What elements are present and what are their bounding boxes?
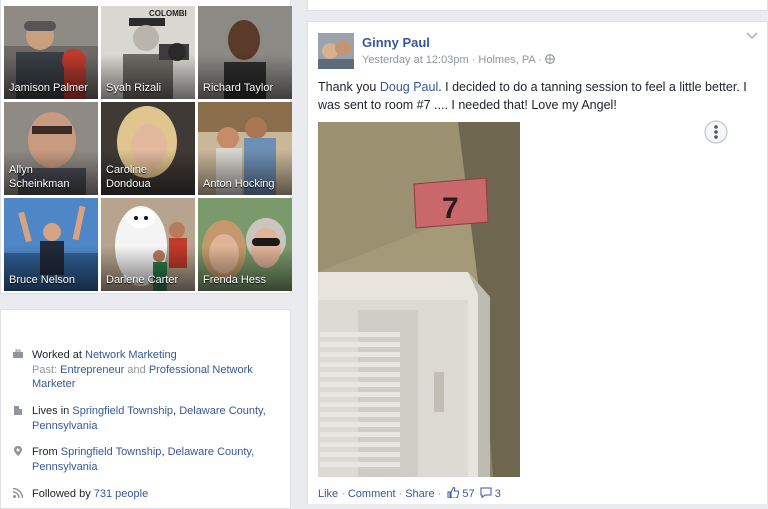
friend-name: Caroline Dondoua bbox=[106, 164, 151, 190]
meta-separator: · bbox=[538, 54, 542, 66]
past-label: Past: bbox=[32, 363, 58, 376]
globe-icon[interactable] bbox=[544, 54, 555, 64]
comment-button[interactable]: Comment bbox=[348, 488, 396, 500]
friend-name: Bruce Nelson bbox=[9, 274, 76, 286]
friend-tile-anton-hocking[interactable]: Anton Hocking bbox=[198, 102, 292, 195]
post-meta: Yesterday at 12:03pm · Holmes, PA · bbox=[362, 54, 555, 66]
work-prefix: Worked at bbox=[32, 349, 82, 361]
from-prefix: From bbox=[32, 446, 58, 458]
intro-lives: Lives in Springfield Township, Delaware … bbox=[13, 404, 283, 433]
more-options-icon[interactable] bbox=[704, 120, 728, 144]
likes-count[interactable]: 57 bbox=[462, 488, 474, 500]
like-button[interactable]: Like bbox=[318, 488, 338, 500]
mention-link[interactable]: Doug Paul bbox=[380, 80, 438, 94]
friend-tile-allyn-scheinkman[interactable]: Allyn Scheinkman bbox=[4, 102, 98, 195]
author-avatar[interactable] bbox=[318, 33, 354, 69]
building-icon bbox=[14, 406, 22, 415]
chevron-down-icon[interactable] bbox=[746, 32, 758, 40]
followed-prefix: Followed by bbox=[32, 488, 91, 500]
thumbs-up-icon bbox=[447, 486, 460, 499]
friend-tile-syah-rizali[interactable]: COLOMBI Syah Rizali bbox=[101, 6, 195, 99]
friend-tile-bruce-nelson[interactable]: Bruce Nelson bbox=[4, 198, 98, 291]
intro-from: From Springfield Township, Delaware Coun… bbox=[13, 445, 283, 474]
lives-place-link[interactable]: Springfield Township bbox=[72, 405, 173, 417]
rss-icon bbox=[13, 488, 23, 498]
followers-link[interactable]: 731 people bbox=[94, 488, 148, 500]
friend-tile-jamison-palmer[interactable]: Jamison Palmer bbox=[4, 6, 98, 99]
intro-card: Worked at Network Marketing Past: Entrep… bbox=[0, 309, 291, 509]
friends-card: Jamison Palmer COLOMBI Syah Rizali Richa… bbox=[0, 0, 292, 294]
friend-tile-caroline-dondoua[interactable]: Caroline Dondoua bbox=[101, 102, 195, 195]
map-pin-icon bbox=[14, 446, 22, 456]
post-text-start: Thank you bbox=[318, 80, 380, 94]
past-employer-link[interactable]: Entrepreneur bbox=[60, 364, 124, 376]
friend-tile-darlene-carter[interactable]: Darlene Carter bbox=[101, 198, 195, 291]
photo-caption-text: COLOMBI bbox=[149, 9, 187, 18]
share-button[interactable]: Share bbox=[405, 488, 434, 500]
friend-name: Anton Hocking bbox=[203, 178, 275, 190]
employer-link[interactable]: Network Marketing bbox=[85, 349, 177, 361]
post-location[interactable]: Holmes, PA bbox=[478, 54, 535, 66]
friend-name: Richard Taylor bbox=[203, 82, 274, 94]
intro-followers: Followed by 731 people bbox=[13, 487, 283, 502]
post-photo[interactable]: 7 bbox=[318, 122, 520, 477]
friend-name: Syah Rizali bbox=[106, 82, 162, 94]
comments-count[interactable]: 3 bbox=[495, 488, 501, 500]
intro-work: Worked at Network Marketing Past: Entrep… bbox=[13, 348, 283, 392]
room-number: 7 bbox=[442, 192, 459, 225]
lives-prefix: Lives in bbox=[32, 405, 70, 417]
friend-name: Jamison Palmer bbox=[9, 82, 88, 94]
post-timestamp[interactable]: Yesterday at 12:03pm bbox=[362, 54, 469, 66]
friend-name: Allyn Scheinkman bbox=[9, 164, 70, 190]
friend-tile-frenda-hess[interactable]: Frenda Hess bbox=[198, 198, 292, 291]
friend-name: Darlene Carter bbox=[106, 274, 179, 286]
friend-name: Frenda Hess bbox=[203, 274, 266, 286]
and-text: and bbox=[127, 363, 146, 376]
comment-bubble-icon bbox=[480, 487, 492, 499]
briefcase-icon bbox=[13, 349, 23, 358]
friend-tile-richard-taylor[interactable]: Richard Taylor bbox=[198, 6, 292, 99]
post-card: Ginny Paul Yesterday at 12:03pm · Holmes… bbox=[307, 21, 768, 504]
post-text: Thank you Doug Paul. I decided to do a t… bbox=[318, 78, 758, 114]
post-actions: Like · Comment · Share · 57 3 bbox=[318, 486, 501, 500]
from-place-link[interactable]: Springfield Township bbox=[61, 446, 162, 458]
post-author-link[interactable]: Ginny Paul bbox=[362, 35, 430, 50]
meta-separator: · bbox=[471, 54, 476, 66]
previous-post-footer bbox=[307, 0, 768, 11]
